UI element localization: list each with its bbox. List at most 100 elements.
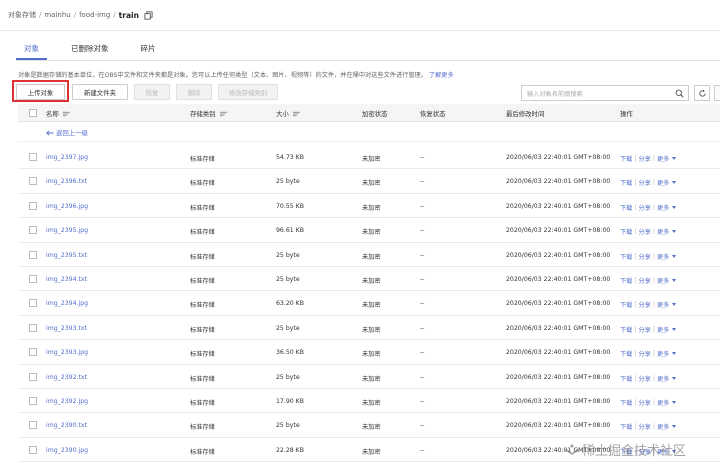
object-name-link[interactable]: img_2396.jpg xyxy=(46,203,88,210)
column-size[interactable]: 大小 xyxy=(276,109,300,118)
chevron-down-icon[interactable] xyxy=(672,376,677,380)
more-dropdown[interactable]: 更多 xyxy=(657,349,669,358)
row-checkbox[interactable] xyxy=(29,372,37,381)
chevron-down-icon[interactable] xyxy=(672,352,677,356)
object-name-link[interactable]: img_2392.txt xyxy=(46,374,87,381)
share-link[interactable]: 分享 xyxy=(638,178,650,187)
row-checkbox[interactable] xyxy=(29,201,37,210)
row-checkbox[interactable] xyxy=(29,445,37,454)
download-link[interactable]: 下载 xyxy=(620,276,632,285)
object-name-link[interactable]: img_2390.txt xyxy=(46,422,87,429)
more-dropdown[interactable]: 更多 xyxy=(657,203,669,212)
object-name-link[interactable]: img_2392.jpg xyxy=(46,398,88,405)
object-name-link[interactable]: img_2394.txt xyxy=(46,276,87,283)
chevron-down-icon[interactable] xyxy=(672,157,677,160)
tab-deleted-objects[interactable]: 已删除对象 xyxy=(63,40,117,60)
back-to-parent-link[interactable]: 返回上一级 xyxy=(46,128,88,137)
download-link[interactable]: 下载 xyxy=(620,154,632,163)
share-link[interactable]: 分享 xyxy=(638,422,650,431)
download-link[interactable]: 下载 xyxy=(620,349,632,358)
object-name-link[interactable]: img_2396.txt xyxy=(46,178,87,185)
more-dropdown[interactable]: 更多 xyxy=(657,374,669,383)
chevron-down-icon[interactable] xyxy=(672,303,677,307)
chevron-down-icon[interactable] xyxy=(672,327,677,331)
restore-button[interactable]: 恢复 xyxy=(134,84,170,100)
share-link[interactable]: 分享 xyxy=(638,203,650,212)
share-link[interactable]: 分享 xyxy=(638,276,650,285)
download-link[interactable]: 下载 xyxy=(620,398,632,407)
row-actions: 下载 | 分享 | 更多 xyxy=(620,178,677,187)
download-link[interactable]: 下载 xyxy=(620,325,632,334)
chevron-down-icon[interactable] xyxy=(672,279,677,282)
download-link[interactable]: 下载 xyxy=(620,203,632,212)
share-link[interactable]: 分享 xyxy=(638,398,650,407)
object-name-link[interactable]: img_2393.jpg xyxy=(46,349,88,356)
breadcrumb-item-storage[interactable]: 对象存储 xyxy=(8,10,36,20)
tab-fragments[interactable]: 碎片 xyxy=(133,40,164,60)
sort-icon[interactable] xyxy=(62,111,70,117)
chevron-down-icon[interactable] xyxy=(672,425,677,429)
download-link[interactable]: 下载 xyxy=(620,252,632,261)
more-dropdown[interactable]: 更多 xyxy=(657,252,669,261)
copy-icon[interactable] xyxy=(144,10,153,20)
download-link[interactable]: 下载 xyxy=(620,374,632,383)
more-dropdown[interactable]: 更多 xyxy=(657,398,669,407)
select-all-checkbox[interactable] xyxy=(29,109,37,117)
change-storage-class-button[interactable]: 修改存储类别 xyxy=(218,84,278,100)
row-checkbox[interactable] xyxy=(29,177,37,186)
more-dropdown[interactable]: 更多 xyxy=(657,422,669,431)
download-link[interactable]: 下载 xyxy=(620,300,632,309)
breadcrumb-item-folder[interactable]: food-img xyxy=(79,11,110,19)
learn-more-link[interactable]: 了解更多 xyxy=(429,72,454,79)
download-link[interactable]: 下载 xyxy=(620,178,632,187)
row-checkbox[interactable] xyxy=(29,323,37,332)
settings-button[interactable] xyxy=(714,85,720,101)
more-dropdown[interactable]: 更多 xyxy=(657,276,669,285)
object-name-link[interactable]: img_2395.txt xyxy=(46,252,87,259)
chevron-down-icon[interactable] xyxy=(672,401,677,404)
sort-icon[interactable] xyxy=(219,111,227,117)
new-folder-button[interactable]: 新建文件夹 xyxy=(72,84,128,100)
share-link[interactable]: 分享 xyxy=(638,154,650,163)
download-link[interactable]: 下载 xyxy=(620,227,632,236)
chevron-down-icon[interactable] xyxy=(672,254,677,258)
row-checkbox[interactable] xyxy=(29,397,37,405)
search-box[interactable]: 输入对象名前缀搜索 xyxy=(521,85,689,101)
more-dropdown[interactable]: 更多 xyxy=(657,300,669,309)
object-name-link[interactable]: img_2397.jpg xyxy=(46,154,88,161)
chevron-down-icon[interactable] xyxy=(672,230,677,234)
row-checkbox[interactable] xyxy=(29,250,37,259)
share-link[interactable]: 分享 xyxy=(638,252,650,261)
object-name-link[interactable]: img_2395.jpg xyxy=(46,227,88,234)
sort-icon[interactable] xyxy=(292,111,300,117)
share-link[interactable]: 分享 xyxy=(638,325,650,334)
tab-objects[interactable]: 对象 xyxy=(16,40,47,60)
row-checkbox[interactable] xyxy=(29,226,37,235)
object-name-link[interactable]: img_2393.txt xyxy=(46,325,87,332)
row-checkbox[interactable] xyxy=(29,299,37,308)
column-name[interactable]: 名称 xyxy=(46,109,70,118)
refresh-button[interactable] xyxy=(694,85,710,101)
search-icon[interactable] xyxy=(675,89,684,98)
object-name-link[interactable]: img_2394.jpg xyxy=(46,300,88,307)
row-checkbox[interactable] xyxy=(29,153,37,161)
share-link[interactable]: 分享 xyxy=(638,374,650,383)
row-checkbox[interactable] xyxy=(29,421,37,430)
share-link[interactable]: 分享 xyxy=(638,300,650,309)
download-link[interactable]: 下载 xyxy=(620,422,632,431)
chevron-down-icon[interactable] xyxy=(672,205,677,209)
share-link[interactable]: 分享 xyxy=(638,349,650,358)
more-dropdown[interactable]: 更多 xyxy=(657,227,669,236)
breadcrumb-item-bucket[interactable]: mainhu xyxy=(44,11,70,19)
row-checkbox[interactable] xyxy=(29,348,37,357)
row-checkbox[interactable] xyxy=(29,275,37,283)
more-dropdown[interactable]: 更多 xyxy=(657,178,669,187)
object-name-link[interactable]: img_2390.jpg xyxy=(46,447,88,454)
chevron-down-icon[interactable] xyxy=(672,181,677,185)
share-link[interactable]: 分享 xyxy=(638,227,650,236)
delete-button[interactable]: 删除 xyxy=(176,84,212,100)
more-dropdown[interactable]: 更多 xyxy=(657,325,669,334)
search-input[interactable]: 输入对象名前缀搜索 xyxy=(527,89,583,98)
column-storage-class[interactable]: 存储类别 xyxy=(190,109,227,118)
more-dropdown[interactable]: 更多 xyxy=(657,154,669,163)
